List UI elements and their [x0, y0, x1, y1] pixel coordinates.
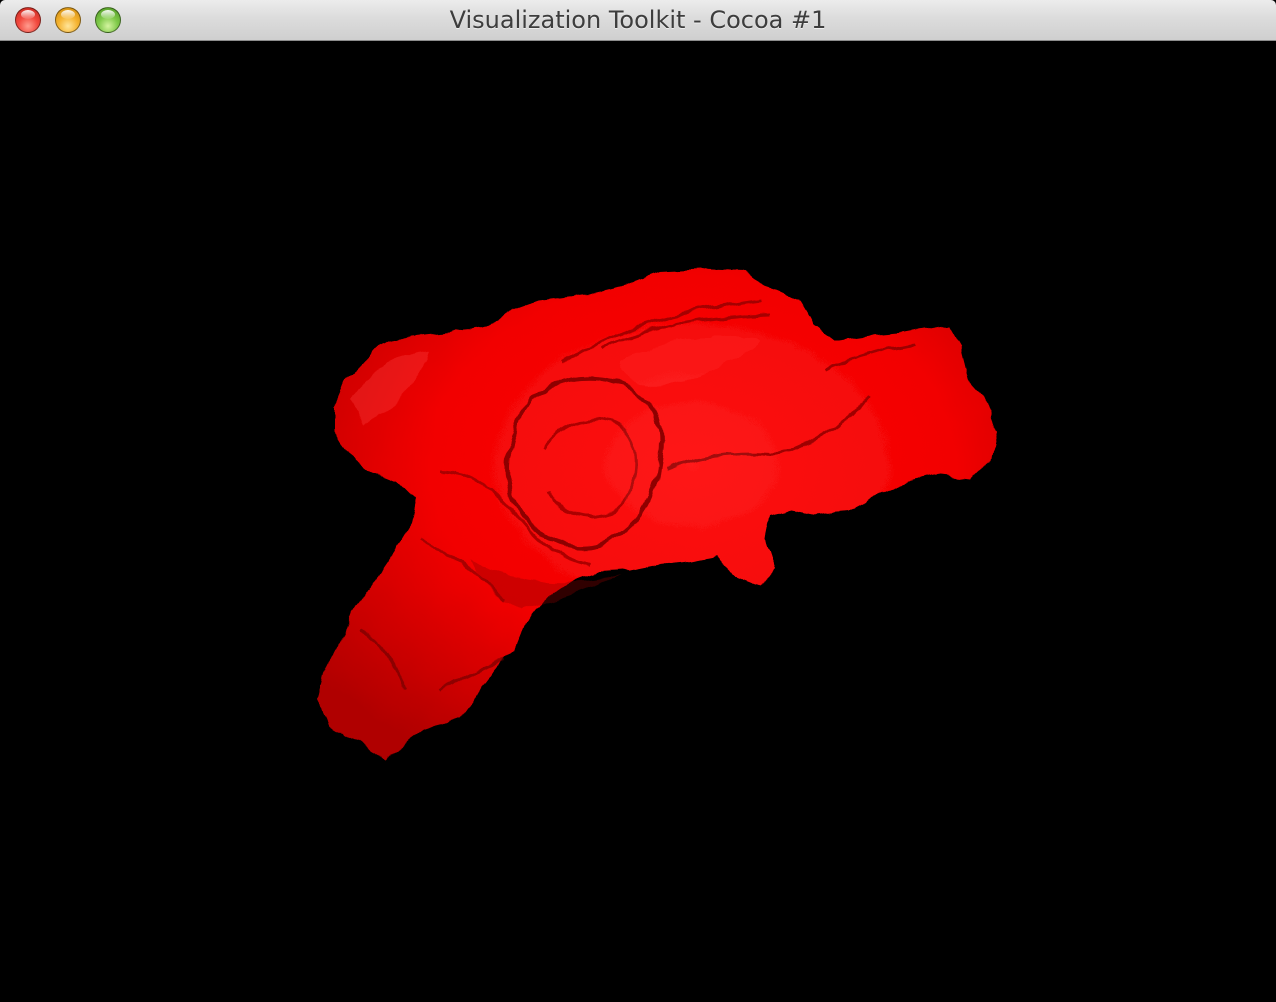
minimize-window-button[interactable] — [55, 7, 81, 33]
render-viewport[interactable] — [0, 41, 1276, 1002]
rendered-surface-canvas — [318, 270, 998, 757]
window-title: Visualization Toolkit - Cocoa #1 — [449, 6, 827, 34]
red-isosurface — [318, 270, 998, 757]
close-window-button[interactable] — [15, 7, 41, 33]
surface-body — [318, 270, 998, 757]
vtk-window: Visualization Toolkit - Cocoa #1 — [0, 0, 1276, 1002]
title-bar[interactable]: Visualization Toolkit - Cocoa #1 — [0, 0, 1276, 41]
zoom-window-button[interactable] — [95, 7, 121, 33]
